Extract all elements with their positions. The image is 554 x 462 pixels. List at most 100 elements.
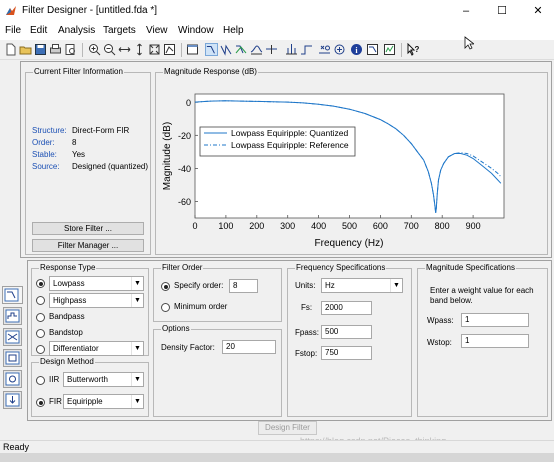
x-tick-label: 600 bbox=[373, 221, 388, 231]
y-tick-label: -40 bbox=[178, 164, 191, 174]
noise-loading-icon[interactable] bbox=[383, 43, 396, 56]
menu-help[interactable]: Help bbox=[223, 25, 244, 36]
response-type-panel: Response Type Lowpass ▼ Highpass ▼ Bandpas… bbox=[31, 263, 149, 356]
new-file-icon[interactable] bbox=[4, 43, 17, 56]
menu-view[interactable]: View bbox=[146, 25, 168, 36]
x-tick-label: 800 bbox=[435, 221, 450, 231]
maximize-button[interactable]: ☐ bbox=[490, 3, 514, 19]
fir-radio[interactable] bbox=[36, 398, 45, 407]
transform-tab[interactable] bbox=[3, 328, 22, 346]
current-filter-info-title: Current Filter Information bbox=[33, 67, 124, 76]
pole-zero-icon[interactable] bbox=[318, 43, 331, 56]
whats-this-help-icon[interactable]: ? bbox=[407, 43, 420, 56]
legend-label: Lowpass Equiripple: Quantized bbox=[231, 128, 348, 138]
phase-response-icon[interactable] bbox=[220, 43, 233, 56]
minimum-order-radio[interactable] bbox=[161, 303, 170, 312]
density-factor-input[interactable]: 20 bbox=[222, 340, 276, 354]
x-tick-label: 100 bbox=[218, 221, 233, 231]
wpass-label: Wpass: bbox=[427, 316, 454, 325]
lowpass-dropdown[interactable]: Lowpass ▼ bbox=[49, 276, 144, 291]
units-dropdown[interactable]: Hz ▼ bbox=[321, 278, 403, 293]
highpass-dropdown[interactable]: Highpass ▼ bbox=[49, 293, 144, 308]
minimize-button[interactable]: – bbox=[454, 3, 478, 19]
chevron-down-icon: ▼ bbox=[131, 373, 143, 386]
structure-value: Direct-Form FIR bbox=[72, 126, 130, 135]
magnitude-response-title: Magnitude Response (dB) bbox=[163, 67, 258, 76]
fpass-input[interactable]: 500 bbox=[321, 325, 372, 339]
wpass-input[interactable]: 1 bbox=[461, 313, 529, 327]
stable-label: Stable: bbox=[32, 150, 57, 159]
phase-delay-icon[interactable] bbox=[265, 43, 278, 56]
x-tick-label: 0 bbox=[192, 221, 197, 231]
x-tick-label: 500 bbox=[342, 221, 357, 231]
mouse-cursor-icon bbox=[464, 36, 474, 50]
filter-coefficients-icon[interactable] bbox=[333, 43, 346, 56]
iir-radio[interactable] bbox=[36, 376, 45, 385]
zoom-y-icon[interactable] bbox=[133, 43, 146, 56]
full-view-alt-icon[interactable] bbox=[163, 43, 176, 56]
menu-file[interactable]: File bbox=[5, 25, 21, 36]
units-value: Hz bbox=[325, 281, 335, 290]
quantization-tab[interactable] bbox=[3, 307, 22, 325]
density-factor-label: Density Factor: bbox=[161, 343, 215, 352]
import-filter-tab[interactable] bbox=[3, 391, 22, 409]
full-view-icon[interactable] bbox=[148, 43, 161, 56]
magnitude-estimate-icon[interactable] bbox=[366, 43, 379, 56]
filter-info-icon[interactable]: i bbox=[350, 43, 363, 56]
import-filter-tab-icon bbox=[5, 393, 20, 407]
zoom-in-icon[interactable] bbox=[88, 43, 101, 56]
magnitude-response-chart[interactable]: 0-20-40-60 0 100 200 300 400 500 600 700 800 900 … bbox=[155, 80, 548, 252]
step-response-icon[interactable] bbox=[300, 43, 313, 56]
fstop-input[interactable]: 750 bbox=[321, 346, 372, 360]
group-delay-icon[interactable] bbox=[250, 43, 263, 56]
design-filter-tab[interactable] bbox=[2, 286, 23, 304]
menu-targets[interactable]: Targets bbox=[103, 25, 136, 36]
bandpass-radio[interactable] bbox=[36, 313, 45, 322]
filter-order-input[interactable]: 8 bbox=[229, 279, 258, 293]
fir-method-dropdown[interactable]: Equiripple ▼ bbox=[63, 394, 144, 409]
bandstop-label: Bandstop bbox=[49, 328, 83, 337]
differentiator-radio[interactable] bbox=[36, 345, 45, 354]
wstop-input[interactable]: 1 bbox=[461, 334, 529, 348]
svg-text:?: ? bbox=[415, 45, 420, 54]
current-filter-info-panel: Current Filter Information Structure: Di… bbox=[25, 67, 151, 255]
chevron-down-icon: ▼ bbox=[131, 342, 143, 355]
print-icon[interactable] bbox=[49, 43, 62, 56]
print-preview-icon[interactable] bbox=[64, 43, 77, 56]
magnitude-response-icon[interactable] bbox=[205, 43, 218, 56]
zoom-x-icon[interactable] bbox=[118, 43, 131, 56]
menu-edit[interactable]: Edit bbox=[30, 25, 47, 36]
chevron-down-icon: ▼ bbox=[390, 279, 402, 292]
bottom-strip bbox=[0, 453, 554, 462]
window-icon[interactable] bbox=[186, 43, 199, 56]
pole-zero-editor-tab[interactable] bbox=[3, 370, 22, 388]
x-tick-label: 900 bbox=[466, 221, 481, 231]
filter-manager-button[interactable]: Filter Manager ... bbox=[32, 239, 144, 252]
title-bar: Filter Designer - [untitled.fda *] – ☐ ✕ bbox=[0, 0, 554, 22]
filter-order-panel: Filter Order Specify order: 8 Minimum or… bbox=[153, 263, 282, 322]
lowpass-radio[interactable] bbox=[36, 279, 45, 288]
zoom-out-icon[interactable] bbox=[103, 43, 116, 56]
close-button[interactable]: ✕ bbox=[526, 3, 550, 19]
menu-window[interactable]: Window bbox=[178, 25, 214, 36]
iir-method-dropdown[interactable]: Butterworth ▼ bbox=[63, 372, 144, 387]
fir-label: FIR bbox=[49, 397, 62, 406]
differentiator-dropdown-value: Differentiator bbox=[53, 344, 99, 353]
specify-order-label: Specify order: bbox=[174, 281, 224, 290]
magnitude-phase-icon[interactable] bbox=[235, 43, 248, 56]
frequency-specs-title: Frequency Specifications bbox=[295, 263, 387, 272]
specify-order-radio[interactable] bbox=[161, 282, 170, 291]
bandstop-radio[interactable] bbox=[36, 329, 45, 338]
save-icon[interactable] bbox=[34, 43, 47, 56]
realize-model-tab[interactable] bbox=[3, 349, 22, 367]
open-folder-icon[interactable] bbox=[19, 43, 32, 56]
fs-input[interactable]: 2000 bbox=[321, 301, 372, 315]
differentiator-dropdown[interactable]: Differentiator ▼ bbox=[49, 341, 144, 356]
impulse-response-icon[interactable] bbox=[285, 43, 298, 56]
menu-analysis[interactable]: Analysis bbox=[58, 25, 95, 36]
source-value: Designed (quantized) bbox=[72, 162, 149, 171]
store-filter-button[interactable]: Store Filter ... bbox=[32, 222, 144, 235]
design-filter-button[interactable]: Design Filter bbox=[258, 421, 317, 435]
highpass-radio[interactable] bbox=[36, 296, 45, 305]
frequency-specs-panel: Frequency Specifications Units: Hz ▼ Fs: … bbox=[287, 263, 412, 417]
